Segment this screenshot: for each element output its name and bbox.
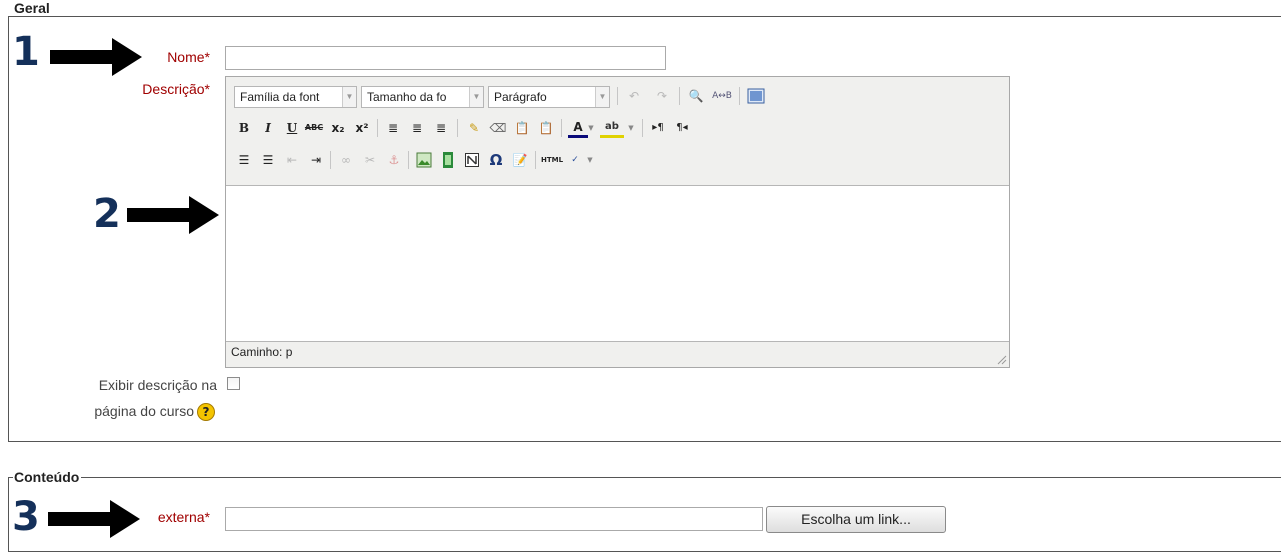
text-color-icon[interactable]: A [568,118,588,138]
legend-conteudo: Conteúdo [13,469,82,485]
legend-geral: Geral [13,0,52,16]
ltr-icon[interactable]: ▸¶ [648,118,668,138]
html-icon[interactable]: HTML [541,150,563,170]
strikethrough-icon[interactable]: ABC [304,118,324,138]
toolbar-row-2: B I U ABC x₂ x² ≣ ≣ ≣ ✎ ⌫ 📋 📋 A ▼ ab ▼ ▸… [234,118,834,142]
paste-text-icon[interactable]: 📋 [512,118,532,138]
undo-icon[interactable]: ↶ [624,86,644,106]
url-label: externa* [157,509,210,525]
italic-icon[interactable]: I [258,118,278,138]
charmap-icon[interactable]: Ω [486,150,506,170]
url-input[interactable] [225,507,763,531]
toolbar-separator [642,119,643,137]
find-icon[interactable]: 🔍 [686,86,706,106]
arrow-icon-1 [50,38,142,76]
nolink-icon[interactable] [462,150,482,170]
editor-content-area[interactable] [226,185,1009,342]
align-center-icon[interactable]: ≣ [407,118,427,138]
rich-text-editor: Família da font ▼ Tamanho da fo ▼ Parágraf… [225,76,1010,368]
arrow-icon-2 [127,196,219,234]
arrow-icon-3 [48,500,140,538]
toolbar-separator [679,87,680,105]
unlink-icon[interactable]: ✂ [360,150,380,170]
bold-icon[interactable]: B [234,118,254,138]
ordered-list-icon[interactable]: ☰ [258,150,278,170]
chevron-down-icon[interactable]: ▼ [585,150,595,170]
paste-word-icon[interactable]: 📋 [536,118,556,138]
underline-icon[interactable]: U [282,118,302,138]
align-right-icon[interactable]: ≣ [431,118,451,138]
highlight-icon[interactable]: ab [600,118,624,138]
font-size-select[interactable]: Tamanho da fo ▼ [361,86,484,108]
toolbar-separator [617,87,618,105]
toolbar-separator [408,151,409,169]
toolbar-separator [739,87,740,105]
help-icon[interactable]: ? [197,403,215,421]
marker-1: 1 [12,29,40,75]
superscript-icon[interactable]: x² [352,118,372,138]
toolbar-separator [377,119,378,137]
edit-icon[interactable]: 📝 [510,150,530,170]
toolbar-row-1: Família da font ▼ Tamanho da fo ▼ Parágraf… [234,86,794,110]
link-icon[interactable]: ∞ [336,150,356,170]
marker-2: 2 [93,191,121,237]
marker-3: 3 [12,494,40,540]
editor-path: Caminho: p [231,345,293,359]
redo-icon[interactable]: ↷ [652,86,672,106]
image-icon[interactable] [414,150,434,170]
media-icon[interactable] [438,150,458,170]
choose-link-button[interactable]: Escolha um link... [766,506,946,533]
exibir-checkbox[interactable] [227,377,240,390]
toolbar-separator [457,119,458,137]
exibir-label-line1: Exibir descrição na [98,377,217,393]
format-select[interactable]: Parágrafo ▼ [488,86,610,108]
nome-label: Nome* [167,49,210,65]
toolbar-separator [561,119,562,137]
resize-handle-icon[interactable] [997,355,1007,365]
nome-input[interactable] [225,46,666,70]
toolbar-separator [330,151,331,169]
anchor-icon[interactable]: ⚓ [384,150,404,170]
spellcheck-icon[interactable]: ✓ [565,150,585,170]
font-family-select[interactable]: Família da font ▼ [234,86,357,108]
replace-icon[interactable]: A↔B [712,86,732,106]
descricao-label: Descrição* [142,81,210,97]
chevron-down-icon[interactable]: ▼ [586,118,596,138]
cleanup-icon[interactable]: ✎ [464,118,484,138]
subscript-icon[interactable]: x₂ [328,118,348,138]
toolbar-separator [535,151,536,169]
fullscreen-icon[interactable] [746,86,766,106]
align-left-icon[interactable]: ≣ [383,118,403,138]
toolbar-row-3: ☰ ☰ ⇤ ⇥ ∞ ✂ ⚓ Ω 📝 HTML ✓ ▼ [234,150,734,174]
unordered-list-icon[interactable]: ☰ [234,150,254,170]
outdent-icon[interactable]: ⇤ [282,150,302,170]
indent-icon[interactable]: ⇥ [306,150,326,170]
exibir-label-line2: página do curso [94,403,194,419]
chevron-down-icon[interactable]: ▼ [626,118,636,138]
eraser-icon[interactable]: ⌫ [488,118,508,138]
rtl-icon[interactable]: ¶◂ [672,118,692,138]
